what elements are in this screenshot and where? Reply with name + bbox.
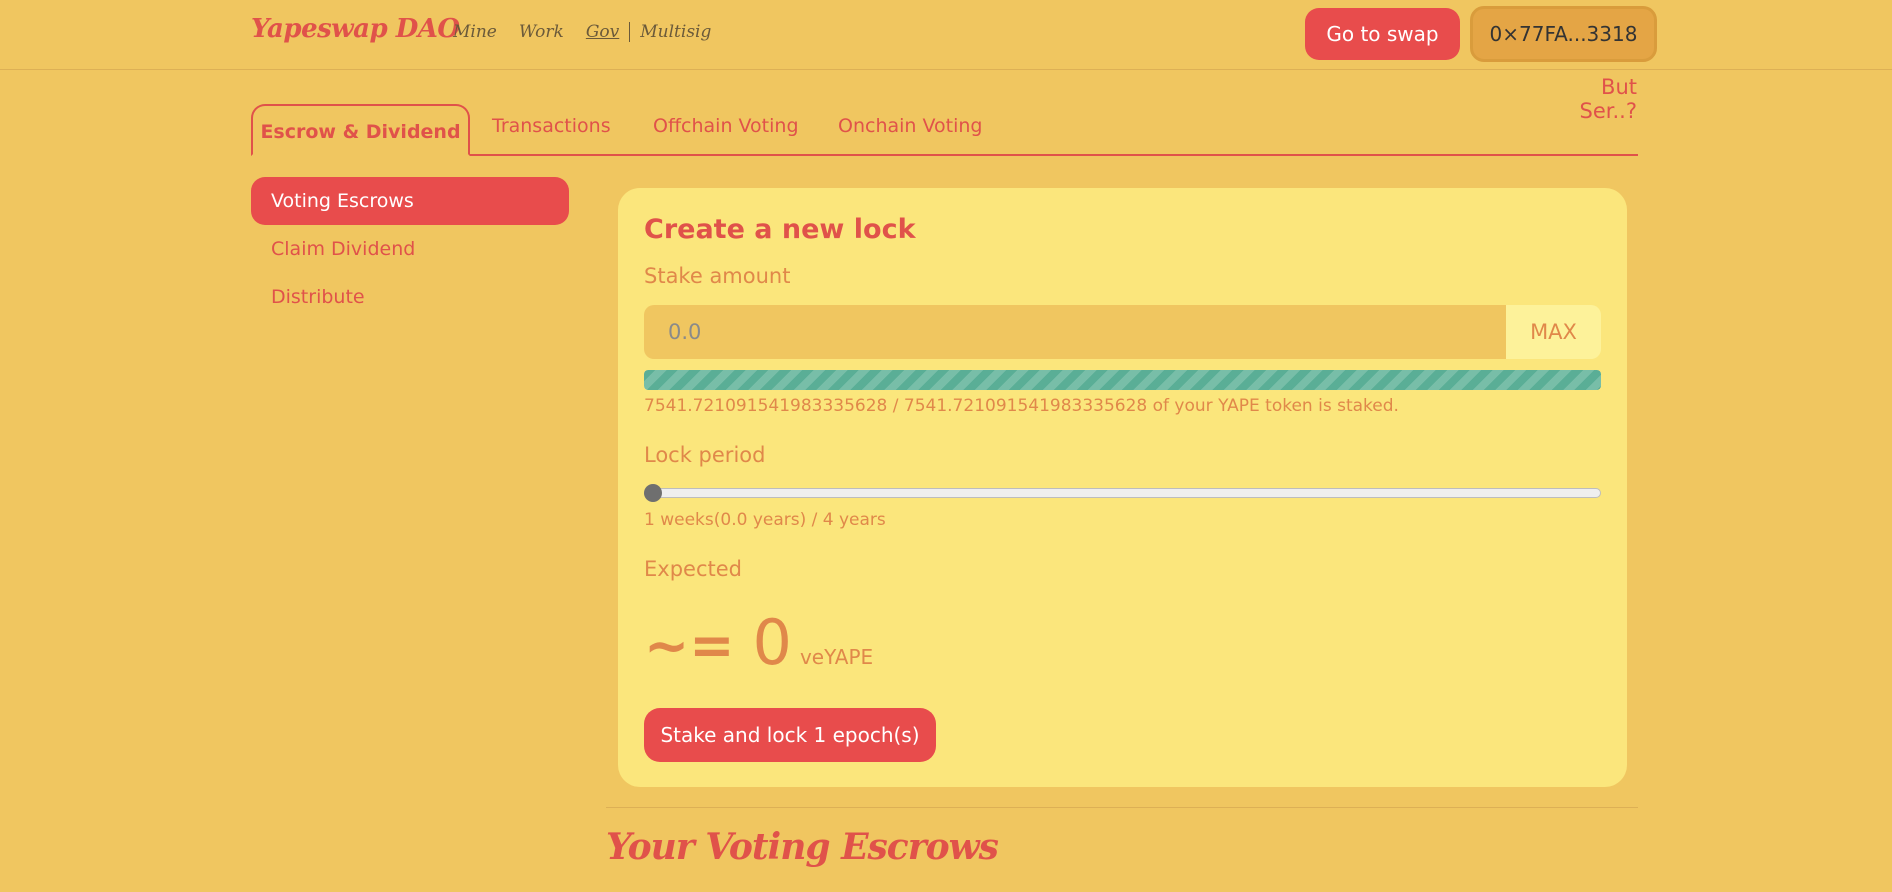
approx-sign: ~= [644, 614, 735, 677]
go-to-swap-button[interactable]: Go to swap [1305, 8, 1460, 60]
staked-progress-bar [644, 370, 1601, 390]
expected-label: Expected [644, 557, 742, 581]
nav-link-gov[interactable]: Gov [586, 22, 619, 42]
sidebar-item-voting-escrows[interactable]: Voting Escrows [251, 177, 569, 225]
tab-transactions[interactable]: Transactions [492, 115, 611, 137]
top-navbar: Yapeswap DAO Mine Work Gov Multisig Go t… [0, 0, 1892, 70]
nav-divider [629, 22, 631, 42]
help-link[interactable]: But Ser..? [1540, 75, 1637, 123]
section-divider [606, 807, 1638, 808]
nav-link-mine[interactable]: Mine [453, 22, 497, 42]
lock-period-note: 1 weeks(0.0 years) / 4 years [644, 510, 886, 530]
brand-logo[interactable]: Yapeswap DAO [251, 14, 460, 44]
lock-period-slider-handle[interactable] [644, 484, 662, 502]
lock-period-label: Lock period [644, 443, 766, 467]
create-lock-card: Create a new lock Stake amount MAX 7541.… [618, 188, 1627, 787]
tab-onchain-voting[interactable]: Onchain Voting [838, 115, 982, 137]
lock-period-slider[interactable] [644, 488, 1601, 498]
tab-offchain-voting[interactable]: Offchain Voting [653, 115, 799, 137]
staked-progress-fill [644, 370, 1601, 390]
card-title: Create a new lock [644, 214, 916, 245]
expected-value-display: ~= 0 veYAPE [644, 606, 873, 679]
expected-amount: 0 [752, 606, 792, 679]
nav-link-work[interactable]: Work [519, 22, 564, 42]
sidebar-item-distribute[interactable]: Distribute [251, 273, 569, 321]
wallet-address-button[interactable]: 0×77FA...3318 [1470, 6, 1657, 62]
tab-escrow-dividend[interactable]: Escrow & Dividend [251, 104, 470, 156]
stake-and-lock-button[interactable]: Stake and lock 1 epoch(s) [644, 708, 936, 762]
stake-amount-input[interactable] [644, 305, 1506, 359]
main-nav: Mine Work Gov Multisig [453, 22, 733, 42]
nav-link-multisig[interactable]: Multisig [640, 22, 711, 42]
sidebar-item-claim-dividend[interactable]: Claim Dividend [251, 225, 569, 273]
stake-amount-label: Stake amount [644, 264, 791, 288]
voting-escrows-heading: Your Voting Escrows [606, 826, 999, 868]
expected-unit: veYAPE [799, 645, 874, 669]
max-button[interactable]: MAX [1506, 305, 1601, 359]
staked-note: 7541.721091541983335628 / 7541.721091541… [644, 396, 1399, 416]
